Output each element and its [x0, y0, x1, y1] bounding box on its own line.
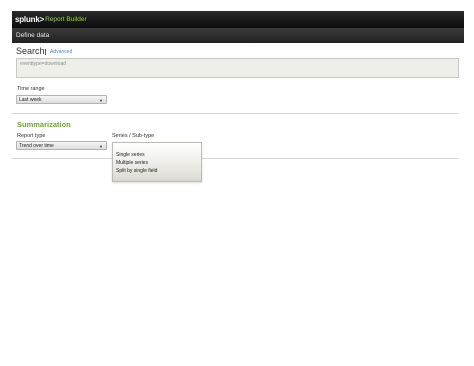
- report-type-label: Report type: [17, 133, 46, 139]
- app-title[interactable]: Report Builder: [45, 16, 87, 23]
- advanced-search-link[interactable]: Advanced: [50, 49, 72, 55]
- search-input[interactable]: eventtype=download: [16, 58, 459, 78]
- bottom-divider: [12, 158, 459, 159]
- time-range-value: Last week: [19, 96, 42, 103]
- page-title: Define data: [16, 32, 50, 39]
- time-range-label: Time range: [17, 86, 45, 92]
- search-divider: [45, 49, 46, 55]
- list-item-multiple-series[interactable]: Multiple series: [116, 160, 148, 166]
- caret-down-icon: ▼: [99, 97, 103, 103]
- series-subtype-listbox[interactable]: Single series Multiple series Split by s…: [112, 142, 202, 182]
- report-type-value: Trend over time: [19, 142, 54, 149]
- report-type-select[interactable]: Trend over time ▼: [16, 141, 107, 150]
- list-item-single-series[interactable]: Single series: [116, 152, 145, 158]
- section-divider: [12, 113, 459, 114]
- top-bar: splunk> Report Builder: [12, 11, 464, 28]
- caret-down-icon: ▼: [99, 143, 103, 149]
- list-item-split-by-single-field[interactable]: Split by single field: [116, 168, 157, 174]
- time-range-select[interactable]: Last week ▼: [16, 95, 107, 104]
- search-label: Search: [16, 46, 45, 56]
- series-subtype-label: Series / Sub-type: [112, 133, 155, 139]
- summarization-heading: Summarization: [17, 120, 71, 129]
- splunk-logo[interactable]: splunk>: [15, 15, 44, 24]
- sub-header-bar: Define data: [12, 28, 464, 43]
